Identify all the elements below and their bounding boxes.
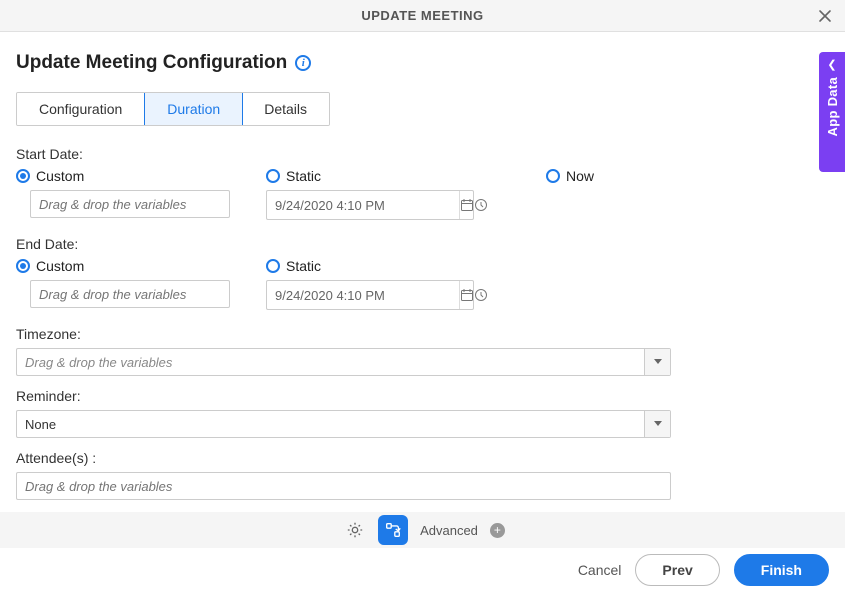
- chevron-down-icon[interactable]: [644, 349, 670, 375]
- attendees-label: Attendee(s) :: [16, 450, 829, 466]
- attendees-input[interactable]: [16, 472, 671, 500]
- clock-icon[interactable]: [474, 191, 488, 219]
- dialog-title: UPDATE MEETING: [361, 8, 483, 23]
- info-icon[interactable]: i: [295, 55, 311, 71]
- tab-configuration[interactable]: Configuration: [17, 93, 145, 125]
- calendar-icon[interactable]: [459, 281, 474, 309]
- page-title: Update Meeting Configuration: [16, 52, 287, 74]
- mapping-icon[interactable]: [378, 515, 408, 545]
- bottom-toolbar: Advanced +: [0, 512, 845, 548]
- end-date-custom-radio[interactable]: [16, 259, 30, 273]
- finish-button[interactable]: Finish: [734, 554, 829, 586]
- end-date-static-input[interactable]: [267, 288, 459, 303]
- start-date-static-label: Static: [286, 168, 321, 184]
- end-date-static-label: Static: [286, 258, 321, 274]
- start-date-now-label: Now: [566, 168, 594, 184]
- clock-icon[interactable]: [474, 281, 488, 309]
- timezone-placeholder: Drag & drop the variables: [17, 349, 644, 375]
- timezone-select[interactable]: Drag & drop the variables: [16, 348, 671, 376]
- app-data-panel-toggle[interactable]: ❮ App Data: [819, 52, 845, 172]
- advanced-label: Advanced: [420, 523, 478, 538]
- dialog-footer: Cancel Prev Finish: [0, 549, 845, 591]
- end-date-static-radio[interactable]: [266, 259, 280, 273]
- start-date-static-radio[interactable]: [266, 169, 280, 183]
- gear-icon[interactable]: [340, 515, 370, 545]
- reminder-value: None: [17, 411, 644, 437]
- dialog-header: UPDATE MEETING: [0, 0, 845, 32]
- reminder-label: Reminder:: [16, 388, 829, 404]
- end-date-label: End Date:: [16, 236, 829, 252]
- reminder-select[interactable]: None: [16, 410, 671, 438]
- start-date-label: Start Date:: [16, 146, 829, 162]
- start-date-static-input[interactable]: [267, 198, 459, 213]
- add-advanced-button[interactable]: +: [490, 523, 505, 538]
- start-date-now-radio[interactable]: [546, 169, 560, 183]
- chevron-down-icon[interactable]: [644, 411, 670, 437]
- close-icon[interactable]: [815, 6, 835, 26]
- start-date-custom-input[interactable]: [30, 190, 230, 218]
- tab-duration[interactable]: Duration: [144, 92, 243, 126]
- start-date-custom-label: Custom: [36, 168, 84, 184]
- cancel-button[interactable]: Cancel: [578, 562, 622, 578]
- chevron-left-icon: ❮: [827, 58, 836, 71]
- timezone-label: Timezone:: [16, 326, 829, 342]
- start-date-custom-radio[interactable]: [16, 169, 30, 183]
- calendar-icon[interactable]: [459, 191, 474, 219]
- tab-bar: Configuration Duration Details: [16, 92, 330, 126]
- tab-details[interactable]: Details: [242, 93, 329, 125]
- prev-button[interactable]: Prev: [635, 554, 719, 586]
- app-data-label: App Data: [825, 77, 840, 136]
- end-date-custom-label: Custom: [36, 258, 84, 274]
- end-date-custom-input[interactable]: [30, 280, 230, 308]
